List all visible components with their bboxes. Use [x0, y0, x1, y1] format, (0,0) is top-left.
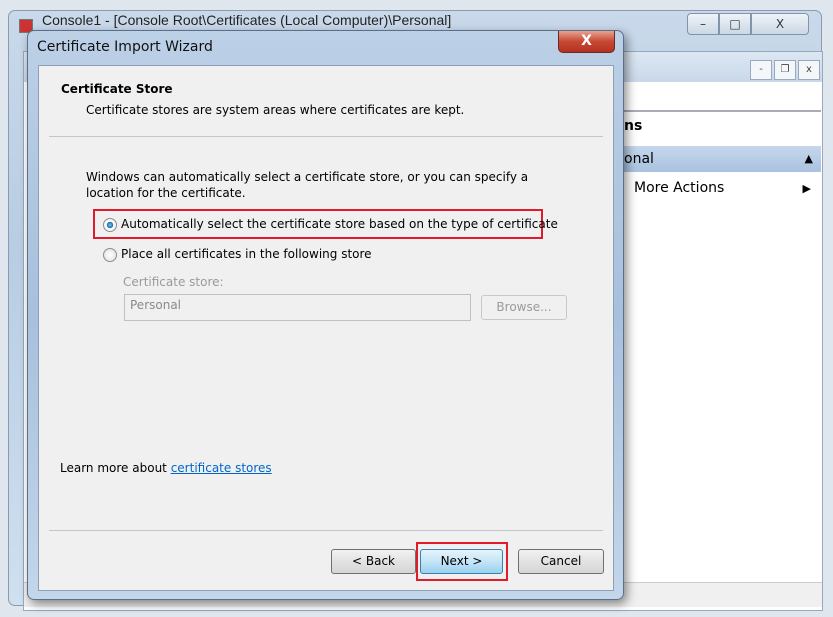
certificate-store-field[interactable]: Personal — [124, 294, 471, 321]
actions-personal-group[interactable]: onal ▲ — [624, 146, 821, 172]
radio-selected-icon[interactable] — [103, 217, 117, 232]
learn-more-prefix: Learn more about — [60, 461, 171, 475]
radio-place-in-store[interactable]: Place all certificates in the following … — [103, 247, 372, 262]
learn-more-text: Learn more about certificate stores — [60, 461, 272, 475]
cancel-button[interactable]: Cancel — [518, 549, 604, 574]
back-button[interactable]: < Back — [331, 549, 416, 574]
child-minimize-button[interactable]: - — [750, 60, 772, 80]
close-button[interactable]: X — [751, 13, 809, 35]
radio-auto-label: Automatically select the certificate sto… — [121, 217, 558, 231]
more-actions-item[interactable]: More Actions — [634, 180, 724, 196]
minimize-button[interactable]: – — [687, 13, 719, 35]
description-text: Windows can automatically select a certi… — [86, 170, 529, 200]
child-close-button[interactable]: x — [798, 60, 820, 80]
radio-place-label: Place all certificates in the following … — [121, 247, 372, 261]
radio-unselected-icon[interactable] — [103, 247, 117, 262]
store-value: Personal — [130, 298, 182, 312]
browse-button[interactable]: Browse... — [481, 295, 567, 320]
submenu-arrow-icon: ▶ — [802, 182, 811, 195]
wizard-body: Certificate Store Certificate stores are… — [38, 65, 614, 591]
header-divider — [49, 136, 603, 137]
certificate-stores-link[interactable]: certificate stores — [171, 461, 272, 475]
radio-auto-select[interactable]: Automatically select the certificate sto… — [103, 217, 558, 232]
child-restore-button[interactable]: ❐ — [774, 60, 796, 80]
dialog-close-button[interactable]: X — [558, 31, 615, 53]
page-subheading: Certificate stores are system areas wher… — [86, 103, 465, 117]
maximize-button[interactable]: □ — [719, 13, 751, 35]
actions-header: ns — [624, 118, 643, 134]
actions-pane: ns onal ▲ More Actions ▶ — [624, 110, 821, 580]
mmc-title: Console1 - [Console Root\Certificates (L… — [42, 12, 452, 28]
page-heading: Certificate Store — [61, 82, 173, 96]
footer-divider — [49, 530, 603, 531]
dialog-title: Certificate Import Wizard — [37, 39, 213, 55]
certificate-import-wizard-dialog: Certificate Import Wizard X Certificate … — [27, 30, 624, 600]
collapse-arrow-icon[interactable]: ▲ — [805, 146, 813, 172]
actions-personal-label: onal — [624, 151, 654, 167]
next-button[interactable]: Next > — [420, 549, 503, 574]
store-label: Certificate store: — [123, 275, 224, 289]
